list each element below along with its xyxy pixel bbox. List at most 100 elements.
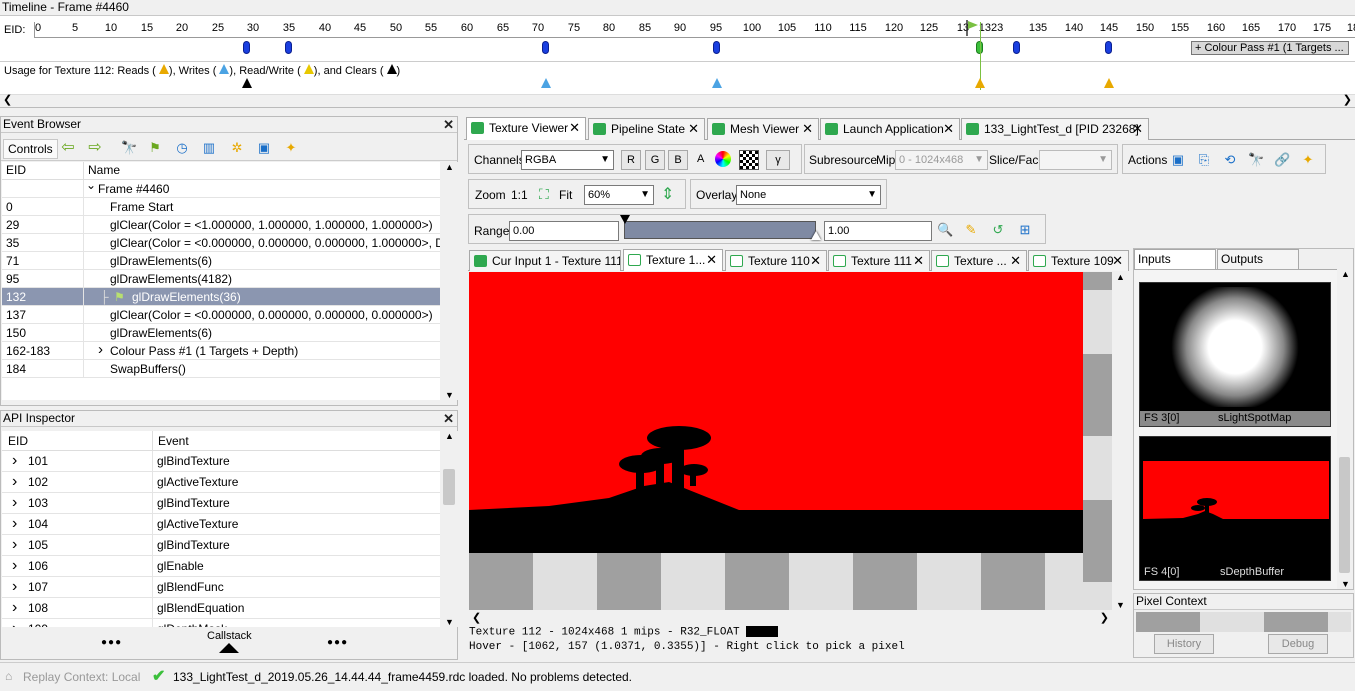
tab-texture-110[interactable]: Texture 110 ✕ xyxy=(725,250,827,271)
chevron-right-icon[interactable]: › xyxy=(12,471,17,492)
scroll-thumb[interactable] xyxy=(1339,457,1350,573)
event-row[interactable]: 29 glClear(Color = <1.000000, 1.000000, 1… xyxy=(2,216,440,234)
texture-vscrollbar[interactable]: ▲ ▼ xyxy=(1112,272,1129,610)
event-row[interactable]: 0 Frame Start xyxy=(2,198,440,216)
tab-mesh-viewer[interactable]: Mesh Viewer ✕ xyxy=(707,118,819,140)
gamma-toggle[interactable]: γ xyxy=(766,150,790,170)
scroll-left-icon[interactable]: ❮ xyxy=(3,93,12,106)
tab-outputs[interactable]: Outputs xyxy=(1217,249,1299,269)
fit-icon[interactable]: ⛶ xyxy=(539,186,549,203)
save-texture-icon[interactable]: ▣ xyxy=(1170,152,1186,168)
auto-fit-wand-icon[interactable]: ✎ xyxy=(963,222,979,238)
event-marker[interactable] xyxy=(1013,41,1020,54)
pass-marker[interactable]: + Colour Pass #1 (1 Targets ... xyxy=(1191,41,1349,55)
copy-icon[interactable]: ⎘ xyxy=(1196,152,1212,168)
close-icon[interactable]: ✕ xyxy=(443,117,454,132)
event-row[interactable]: 95 glDrawElements(4182) xyxy=(2,270,440,288)
scroll-up-icon[interactable]: ▲ xyxy=(1341,269,1350,279)
event-tree-vscrollbar[interactable]: ▲ ▼ xyxy=(441,162,458,400)
close-icon[interactable]: ✕ xyxy=(569,118,580,138)
event-row[interactable]: 184 SwapBuffers() xyxy=(2,360,440,378)
alpha-channel-toggle[interactable]: A xyxy=(697,153,704,165)
history-button[interactable]: History xyxy=(1154,634,1214,654)
fit-button[interactable]: Fit xyxy=(559,188,572,202)
close-icon[interactable]: ✕ xyxy=(1132,119,1143,139)
api-row[interactable]: › 107 glBlendFunc xyxy=(2,577,440,598)
api-row[interactable]: › 104 glActiveTexture xyxy=(2,514,440,535)
controls-label[interactable]: Controls xyxy=(3,139,58,159)
puzzle-icon[interactable]: ✦ xyxy=(283,140,299,156)
event-marker[interactable] xyxy=(243,41,250,54)
zoom-1to1-button[interactable]: 1:1 xyxy=(511,188,528,202)
tab-remote-capture[interactable]: 133_LightTest_d [PID 23268] ✕ xyxy=(961,118,1149,140)
checkerboard-icon[interactable] xyxy=(739,150,759,170)
scroll-right-icon[interactable]: ❯ xyxy=(1343,93,1352,106)
zoom-magnifier-icon[interactable]: 🔍 xyxy=(937,222,953,238)
thumbnail-vscrollbar[interactable]: ▲ ▼ xyxy=(1337,269,1353,589)
range-black-handle[interactable] xyxy=(620,215,630,224)
reset-range-icon[interactable]: ↺ xyxy=(990,222,1006,238)
event-marker[interactable] xyxy=(1105,41,1112,54)
texture-canvas[interactable] xyxy=(469,272,1112,610)
chevron-right-icon[interactable]: › xyxy=(12,618,17,627)
event-row[interactable]: 35 glClear(Color = <0.000000, 0.000000, 0… xyxy=(2,234,440,252)
tab-inputs[interactable]: Inputs xyxy=(1134,249,1216,269)
close-icon[interactable]: ✕ xyxy=(706,250,717,270)
blue-channel-toggle[interactable]: B xyxy=(668,150,688,170)
chevron-right-icon[interactable]: › xyxy=(12,597,17,618)
channels-select[interactable]: RGBA ▼ xyxy=(521,150,614,170)
chevron-right-icon[interactable]: › xyxy=(12,492,17,513)
read-usage-marker[interactable] xyxy=(975,78,985,88)
api-row[interactable]: › 109 glDepthMask xyxy=(2,619,440,627)
close-icon[interactable]: ✕ xyxy=(943,119,954,139)
close-icon[interactable]: ✕ xyxy=(1010,251,1021,271)
back-arrow-icon[interactable]: ⇦ xyxy=(60,140,76,156)
scroll-down-icon[interactable]: ▼ xyxy=(445,617,454,627)
scroll-right-icon[interactable]: ❯ xyxy=(1100,611,1109,624)
chevron-down-icon[interactable]: ⌄ xyxy=(86,176,96,194)
texture-hscrollbar[interactable]: ❮ ❯ xyxy=(469,610,1112,626)
forward-arrow-icon[interactable]: ⇨ xyxy=(87,140,103,156)
histogram-icon[interactable]: ⊞ xyxy=(1017,222,1033,238)
callstack-label[interactable]: Callstack xyxy=(207,630,252,642)
chevron-right-icon[interactable]: › xyxy=(12,450,17,471)
bookmark-flag-icon[interactable]: ⚑ xyxy=(147,140,163,156)
tab-texture-other[interactable]: Texture ... ✕ xyxy=(931,250,1027,271)
event-row[interactable]: 71 glDrawElements(6) xyxy=(2,252,440,270)
chevron-right-icon[interactable]: › xyxy=(12,576,17,597)
debug-button[interactable]: Debug xyxy=(1268,634,1328,654)
tab-texture-109[interactable]: Texture 109 ✕ xyxy=(1028,250,1129,271)
splitter-dots-right[interactable]: ●●● xyxy=(327,637,348,648)
event-marker[interactable] xyxy=(542,41,549,54)
expand-triangle-icon[interactable] xyxy=(219,643,239,653)
scroll-down-icon[interactable]: ▼ xyxy=(445,390,454,400)
tab-texture-viewer[interactable]: Texture Viewer ✕ xyxy=(466,117,586,140)
green-channel-toggle[interactable]: G xyxy=(645,150,665,170)
scroll-up-icon[interactable]: ▲ xyxy=(445,162,454,172)
replay-context-label[interactable]: Replay Context: Local xyxy=(23,670,140,684)
close-icon[interactable]: ✕ xyxy=(443,411,454,426)
event-marker[interactable] xyxy=(285,41,292,54)
pixel-context-view[interactable] xyxy=(1136,612,1351,632)
scroll-up-icon[interactable]: ▲ xyxy=(445,431,454,441)
event-row[interactable]: ⌄ Frame #4460 xyxy=(2,178,440,198)
col-eid-header[interactable]: EID xyxy=(8,431,28,451)
statistics-icon[interactable]: ▥ xyxy=(201,140,217,156)
overlay-select[interactable]: None ▼ xyxy=(736,185,881,205)
mip-select[interactable]: 0 - 1024x468 ▼ xyxy=(895,150,988,170)
range-max-input[interactable]: 1.00 xyxy=(824,221,932,241)
range-white-handle[interactable] xyxy=(811,231,821,240)
api-tree-vscrollbar[interactable]: ▲ ▼ xyxy=(441,431,458,627)
close-icon[interactable]: ✕ xyxy=(802,119,813,139)
save-icon[interactable]: ▣ xyxy=(256,140,272,156)
col-eid-header[interactable]: EID xyxy=(6,162,26,179)
close-icon[interactable]: ✕ xyxy=(913,251,924,271)
flip-vertical-icon[interactable]: ⇕ xyxy=(661,184,674,204)
scroll-down-icon[interactable]: ▼ xyxy=(1341,579,1350,589)
timeline-ruler[interactable]: 0 5 10 15 20 25 30 35 40 45 50 55 60 65 70 75 80 85 90 95 10… xyxy=(34,22,1355,38)
write-usage-marker[interactable] xyxy=(541,78,551,88)
open-in-viewer-icon[interactable]: ⟲ xyxy=(1222,152,1238,168)
api-row[interactable]: › 101 glBindTexture xyxy=(2,451,440,472)
scroll-down-icon[interactable]: ▼ xyxy=(1116,600,1125,610)
close-icon[interactable]: ✕ xyxy=(1112,251,1123,271)
